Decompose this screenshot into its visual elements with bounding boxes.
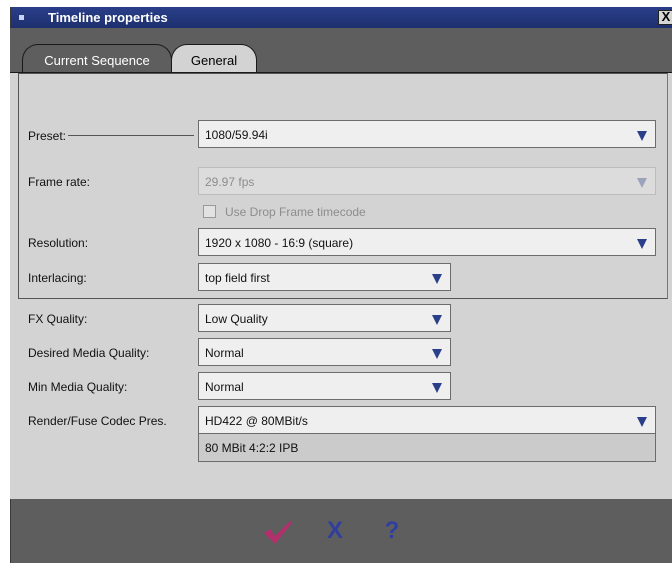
min-media-quality-dropdown[interactable]: Normal [198, 372, 451, 400]
min-media-quality-value: Normal [205, 380, 244, 394]
tab-current-sequence[interactable]: Current Sequence [22, 44, 172, 72]
drop-frame-label: Use Drop Frame timecode [225, 205, 366, 219]
desired-media-quality-label: Desired Media Quality: [28, 346, 150, 360]
interlacing-value: top field first [205, 271, 270, 285]
checkmark-icon [264, 521, 292, 544]
render-codec-value: HD422 @ 80MBit/s [205, 414, 308, 428]
min-media-quality-label: Min Media Quality: [28, 380, 128, 394]
fx-quality-value: Low Quality [205, 312, 268, 326]
chevron-down-icon [637, 239, 647, 249]
resolution-dropdown[interactable]: 1920 x 1080 - 16:9 (square) [198, 228, 656, 256]
cancel-button[interactable]: X [320, 516, 350, 546]
desired-media-quality-value: Normal [205, 346, 244, 360]
chevron-down-icon [432, 315, 442, 325]
chevron-down-icon [637, 417, 647, 427]
resolution-value: 1920 x 1080 - 16:9 (square) [205, 236, 354, 250]
tab-general[interactable]: General [171, 44, 257, 72]
preset-value: 1080/59.94i [205, 128, 268, 142]
drop-frame-checkbox[interactable] [203, 205, 216, 218]
ok-button[interactable] [262, 518, 292, 548]
chevron-down-icon [432, 383, 442, 393]
render-codec-detail: 80 MBit 4:2:2 IPB [198, 434, 656, 462]
frame-rate-value: 29.97 fps [205, 175, 255, 189]
fx-quality-label: FX Quality: [28, 312, 88, 326]
resolution-label: Resolution: [28, 236, 89, 250]
chevron-down-icon [432, 349, 442, 359]
desired-media-quality-dropdown[interactable]: Normal [198, 338, 451, 366]
chevron-down-icon [637, 178, 647, 188]
chevron-down-icon [432, 274, 442, 284]
preset-label: Preset: [28, 129, 67, 143]
frame-rate-dropdown: 29.97 fps [198, 167, 656, 195]
render-codec-label: Render/Fuse Codec Pres. [28, 414, 167, 428]
frame-rate-label: Frame rate: [28, 175, 91, 189]
fx-quality-dropdown[interactable]: Low Quality [198, 304, 451, 332]
interlacing-dropdown[interactable]: top field first [198, 263, 451, 291]
interlacing-label: Interlacing: [28, 271, 87, 285]
help-button[interactable]: ? [377, 516, 407, 546]
preset-dropdown[interactable]: 1080/59.94i [198, 120, 656, 148]
chevron-down-icon [637, 131, 647, 141]
render-codec-dropdown[interactable]: HD422 @ 80MBit/s [198, 406, 656, 434]
preset-divider [68, 135, 194, 136]
